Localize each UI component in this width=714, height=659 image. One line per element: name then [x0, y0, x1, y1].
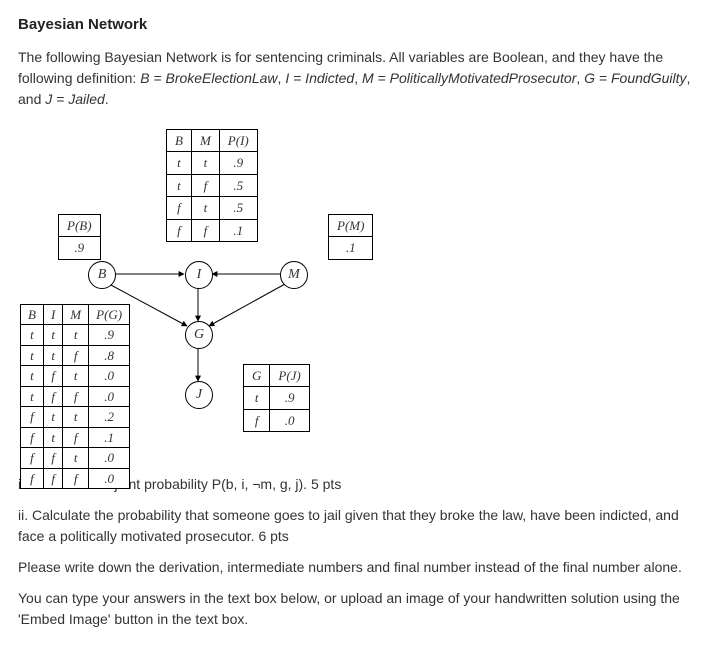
c: t	[63, 448, 89, 469]
c: t	[21, 386, 44, 407]
pj-h1: G	[244, 364, 270, 387]
c: .9	[219, 152, 257, 175]
c: .9	[89, 325, 130, 346]
pm-val: .1	[329, 237, 373, 260]
node-g: G	[185, 321, 213, 349]
node-j: J	[185, 381, 213, 409]
c: f	[244, 409, 270, 432]
c: .1	[219, 219, 257, 242]
c: .0	[270, 409, 309, 432]
c: .9	[270, 387, 309, 410]
pg-h2: I	[43, 304, 62, 325]
question-ii: ii. Calculate the probability that someo…	[18, 505, 696, 547]
c: f	[191, 174, 219, 197]
pm-header: P(M)	[329, 214, 373, 237]
c: t	[43, 427, 62, 448]
pg-h4: P(G)	[89, 304, 130, 325]
def-g: G = FoundGuilty	[584, 70, 686, 86]
node-b: B	[88, 261, 116, 289]
c: t	[43, 345, 62, 366]
c: f	[21, 448, 44, 469]
intro-paragraph: The following Bayesian Network is for se…	[18, 47, 696, 110]
c: t	[191, 197, 219, 220]
derivation-note: Please write down the derivation, interm…	[18, 557, 696, 578]
pb-val: .9	[59, 237, 101, 260]
c: t	[63, 407, 89, 428]
pj-h2: P(J)	[270, 364, 309, 387]
c: t	[63, 325, 89, 346]
c: f	[43, 468, 62, 489]
c: t	[21, 366, 44, 387]
node-i: I	[185, 261, 213, 289]
c: t	[167, 174, 192, 197]
pi-h3: P(I)	[219, 129, 257, 152]
table-pj: G P(J) t.9 f.0	[243, 364, 310, 433]
c: .0	[89, 366, 130, 387]
c: f	[167, 197, 192, 220]
pi-h2: M	[191, 129, 219, 152]
c: t	[191, 152, 219, 175]
table-pi: B M P(I) tt.9 tf.5 ft.5 ff.1	[166, 129, 258, 243]
c: t	[43, 325, 62, 346]
pb-header: P(B)	[59, 214, 101, 237]
c: f	[167, 219, 192, 242]
c: t	[21, 345, 44, 366]
node-m-label: M	[288, 264, 300, 285]
page-title: Bayesian Network	[18, 14, 696, 37]
def-i: I = Indicted	[285, 70, 354, 86]
c: .5	[219, 174, 257, 197]
table-pm: P(M) .1	[328, 214, 373, 260]
c: f	[21, 407, 44, 428]
submission-instructions: You can type your answers in the text bo…	[18, 588, 696, 630]
def-j: J = Jailed	[45, 91, 105, 107]
table-pg: B I M P(G) ttt.9 ttf.8 tft.0 tff.0 ftt.2…	[20, 304, 130, 490]
pi-h1: B	[167, 129, 192, 152]
pg-h1: B	[21, 304, 44, 325]
node-m: M	[280, 261, 308, 289]
c: f	[21, 427, 44, 448]
c: f	[191, 219, 219, 242]
c: .0	[89, 468, 130, 489]
c: .2	[89, 407, 130, 428]
c: f	[43, 386, 62, 407]
c: t	[244, 387, 270, 410]
c: f	[63, 468, 89, 489]
pg-h3: M	[63, 304, 89, 325]
def-m: M = PoliticallyMotivatedProsecutor	[362, 70, 576, 86]
node-j-label: J	[196, 384, 202, 405]
bayes-net-diagram: B I M G J P(B) .9 P(M) .1 B M P(I) tt.9 …	[18, 124, 398, 464]
c: f	[43, 366, 62, 387]
node-i-label: I	[197, 264, 202, 285]
c: .8	[89, 345, 130, 366]
c: f	[21, 468, 44, 489]
table-pb: P(B) .9	[58, 214, 101, 260]
c: f	[63, 386, 89, 407]
c: t	[43, 407, 62, 428]
c: t	[21, 325, 44, 346]
c: f	[63, 427, 89, 448]
c: .5	[219, 197, 257, 220]
c: f	[43, 448, 62, 469]
c: t	[63, 366, 89, 387]
c: f	[63, 345, 89, 366]
c: .1	[89, 427, 130, 448]
def-b: B = BrokeElectionLaw	[140, 70, 277, 86]
c: .0	[89, 448, 130, 469]
node-g-label: G	[194, 324, 204, 345]
c: t	[167, 152, 192, 175]
c: .0	[89, 386, 130, 407]
node-b-label: B	[98, 264, 107, 285]
